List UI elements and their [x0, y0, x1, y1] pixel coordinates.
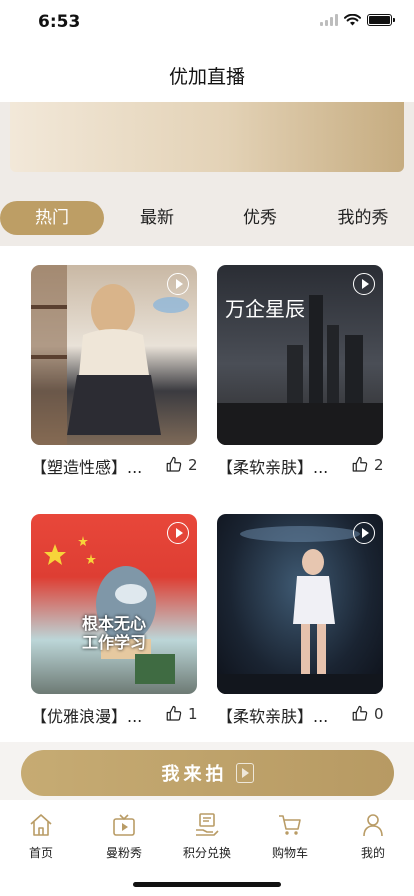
- play-icon: [353, 522, 375, 544]
- video-thumbnail[interactable]: [217, 514, 383, 694]
- video-grid: 【塑造性感】... 2 万企星辰 【柔软亲肤】... 2 根本无心 工作学习 【…: [0, 246, 414, 742]
- shoot-area: 我来拍: [0, 742, 414, 800]
- points-exchange-icon: [196, 813, 219, 836]
- video-title: 【柔软亲肤】...: [217, 458, 329, 477]
- status-bar: 6:53: [0, 0, 414, 44]
- like-count: 0: [374, 705, 384, 723]
- home-indicator: [133, 882, 281, 887]
- video-title: 【塑造性感】...: [31, 458, 143, 477]
- video-thumbnail[interactable]: 万企星辰: [217, 265, 383, 445]
- tab-latest[interactable]: 最新: [117, 201, 197, 235]
- video-card[interactable]: 【塑造性感】... 2: [31, 265, 198, 483]
- video-title: 【优雅浪漫】...: [31, 707, 143, 726]
- cellular-signal-icon: [320, 14, 338, 26]
- tabbar-item-points[interactable]: 积分兑换: [166, 812, 248, 861]
- shoot-button-label: 我来拍: [161, 764, 228, 785]
- like-icon[interactable]: [165, 456, 183, 474]
- like-icon[interactable]: [351, 705, 369, 723]
- status-time: 6:53: [38, 12, 81, 32]
- shoot-button[interactable]: 我来拍: [21, 750, 394, 796]
- wifi-icon: [344, 14, 361, 26]
- video-card[interactable]: 万企星辰 【柔软亲肤】... 2: [217, 265, 384, 483]
- status-icons: [320, 14, 395, 26]
- category-tabs: 热门 最新 优秀 我的秀: [0, 188, 414, 246]
- overlay-caption: 万企星辰: [225, 297, 305, 321]
- promo-banner[interactable]: [10, 102, 404, 172]
- play-icon: [353, 273, 375, 295]
- profile-icon: [363, 814, 383, 837]
- battery-icon: [367, 14, 395, 26]
- home-icon: [30, 814, 52, 836]
- play-icon: [167, 522, 189, 544]
- banner-area: [0, 102, 414, 188]
- tabbar-item-home[interactable]: 首页: [0, 812, 82, 861]
- overlay-caption: 根本无心 工作学习: [81, 614, 146, 653]
- play-icon: [167, 273, 189, 295]
- cart-icon: [279, 815, 301, 835]
- video-card[interactable]: 根本无心 工作学习 【优雅浪漫】... 1: [31, 514, 198, 732]
- tabbar-item-profile[interactable]: 我的: [332, 812, 414, 861]
- page-title: 优加直播: [168, 66, 245, 88]
- video-card[interactable]: 【柔软亲肤】... 0: [217, 514, 384, 732]
- tab-excellent[interactable]: 优秀: [220, 201, 300, 235]
- video-thumbnail[interactable]: 根本无心 工作学习: [31, 514, 197, 694]
- tab-my-show[interactable]: 我的秀: [323, 201, 403, 235]
- tv-play-icon: [113, 814, 135, 836]
- tabbar-item-fan-show[interactable]: 曼粉秀: [83, 812, 165, 861]
- like-icon[interactable]: [165, 705, 183, 723]
- tabbar-item-cart[interactable]: 购物车: [249, 812, 331, 861]
- video-title: 【柔软亲肤】...: [217, 707, 329, 726]
- like-count: 2: [374, 456, 384, 474]
- tab-hot[interactable]: 热门: [0, 201, 104, 235]
- like-icon[interactable]: [351, 456, 369, 474]
- like-count: 2: [188, 456, 198, 474]
- video-thumbnail[interactable]: [31, 265, 197, 445]
- video-play-icon: [235, 763, 254, 783]
- like-count: 1: [188, 705, 198, 723]
